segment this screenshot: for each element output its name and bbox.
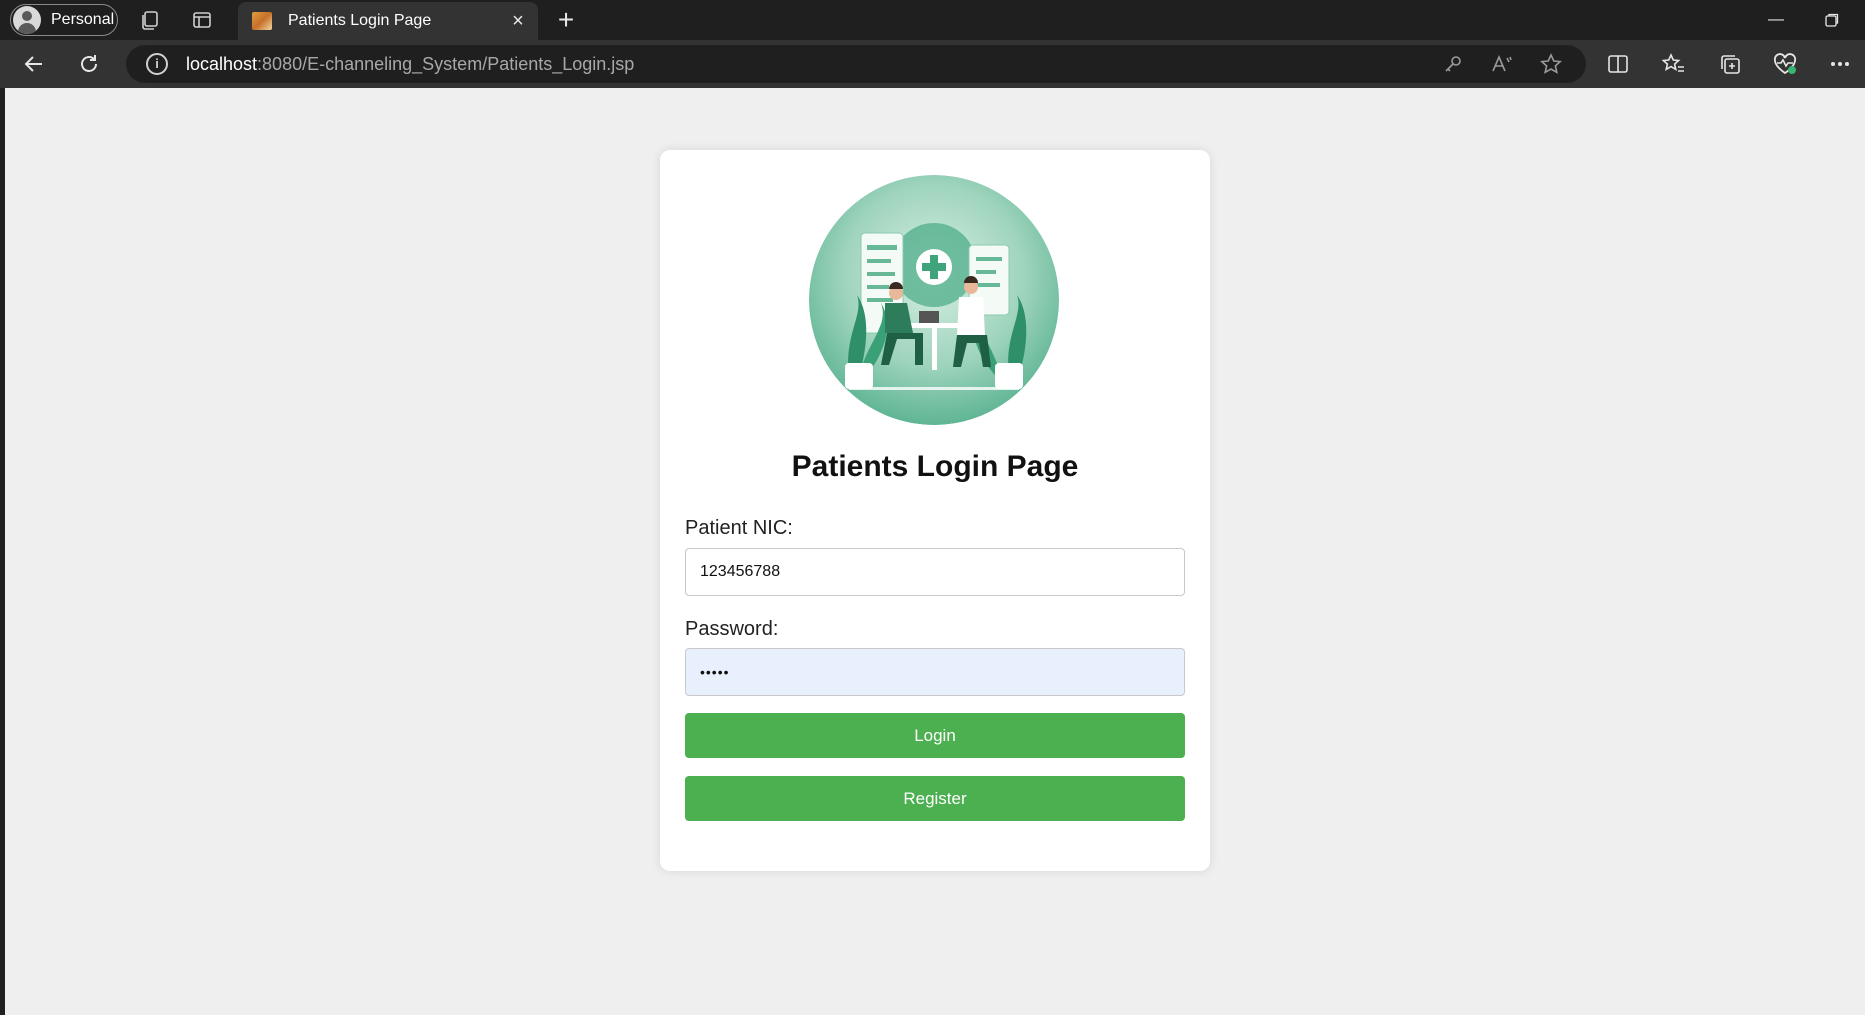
- refresh-icon[interactable]: [75, 50, 103, 78]
- register-button[interactable]: Register: [685, 776, 1185, 821]
- restore-icon[interactable]: [1812, 6, 1852, 34]
- new-tab-icon[interactable]: +: [552, 6, 580, 34]
- collections-icon[interactable]: [1716, 50, 1744, 78]
- workspaces-icon[interactable]: [138, 8, 162, 32]
- favorites-icon[interactable]: [1660, 50, 1688, 78]
- browser-tab-bar: Personal Patients Login Page × + —: [0, 0, 1865, 40]
- browser-essentials-icon[interactable]: [1771, 50, 1799, 78]
- address-bar[interactable]: i localhost:8080/E-channeling_System/Pat…: [126, 45, 1586, 83]
- profile-label: Personal: [51, 11, 115, 28]
- password-input[interactable]: •••••: [685, 648, 1185, 696]
- more-icon[interactable]: [1826, 50, 1854, 78]
- password-label: Password:: [685, 618, 779, 640]
- login-card: Patients Login Page Patient NIC: 1234567…: [660, 150, 1210, 871]
- profile-button[interactable]: Personal: [10, 4, 118, 36]
- nic-input[interactable]: 123456788: [685, 548, 1185, 596]
- close-tab-icon[interactable]: ×: [508, 11, 528, 31]
- page-title: Patients Login Page: [791, 450, 1079, 483]
- address-url[interactable]: localhost:8080/E-channeling_System/Patie…: [186, 54, 634, 75]
- info-icon[interactable]: i: [146, 53, 168, 75]
- favorite-star-icon[interactable]: [1539, 52, 1563, 76]
- split-screen-icon[interactable]: [1604, 50, 1632, 78]
- tab-favicon-icon: [252, 12, 272, 30]
- key-icon[interactable]: [1441, 52, 1465, 76]
- login-button[interactable]: Login: [685, 713, 1185, 758]
- minimize-icon[interactable]: —: [1756, 6, 1796, 34]
- active-tab[interactable]: Patients Login Page ×: [238, 2, 538, 40]
- browser-toolbar: i localhost:8080/E-channeling_System/Pat…: [0, 40, 1865, 88]
- page-content: Patients Login Page Patient NIC: 1234567…: [5, 88, 1865, 1015]
- read-aloud-icon[interactable]: [1490, 52, 1514, 76]
- profile-avatar-icon: [13, 6, 41, 34]
- nic-label: Patient NIC:: [685, 517, 793, 539]
- back-icon[interactable]: [20, 50, 48, 78]
- tab-actions-icon[interactable]: [190, 8, 214, 32]
- doctor-consultation-illustration: [809, 175, 1059, 425]
- tab-title: Patients Login Page: [288, 12, 432, 29]
